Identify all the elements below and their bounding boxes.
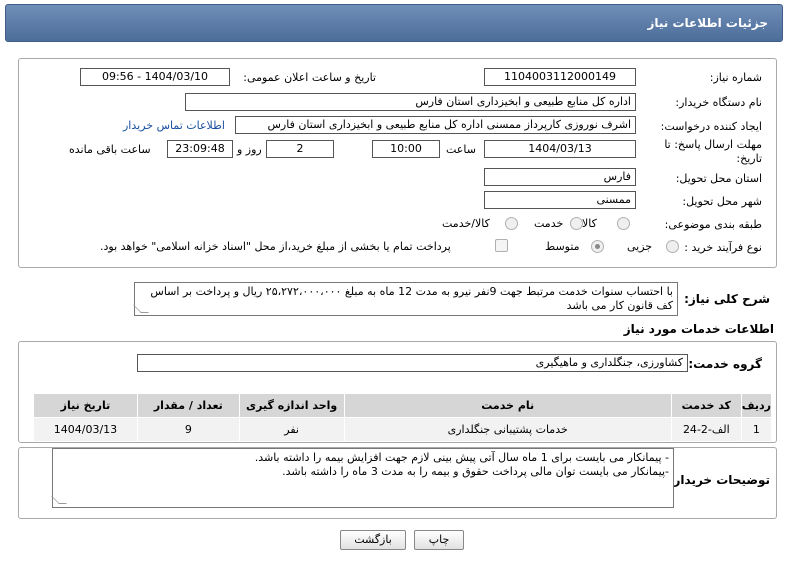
buyer-contact-link[interactable]: اطلاعات تماس خریدار: [123, 119, 225, 132]
days-remaining-field[interactable]: 2: [266, 140, 334, 158]
announce-field[interactable]: 1404/03/10 - 09:56: [80, 68, 230, 86]
services-table: ردیف کد خدمت نام خدمت واحد اندازه گیری ت…: [33, 393, 773, 442]
table-header-row: ردیف کد خدمت نام خدمت واحد اندازه گیری ت…: [33, 393, 773, 418]
service-group-label: گروه خدمت:: [688, 357, 762, 371]
creator-label: ایجاد کننده درخواست:: [660, 120, 762, 133]
category-option-goods-service: کالا/خدمت: [442, 217, 490, 230]
province-field[interactable]: فارس: [484, 168, 636, 186]
cell-row: 1: [740, 417, 773, 442]
category-option-goods: کالا: [582, 217, 597, 230]
page-title: جزئیات اطلاعات نیاز: [647, 16, 768, 30]
table-row[interactable]: 1 الف-2-24 خدمات پشتیبانی جنگلداری نفر 9…: [33, 417, 773, 442]
need-number-field[interactable]: 1104003112000149: [484, 68, 636, 86]
remaining-time-field[interactable]: 23:09:48: [167, 140, 233, 158]
summary-label: شرح کلی نیاز:: [684, 292, 770, 306]
service-group-field[interactable]: کشاورزی، جنگلداری و ماهیگیری: [137, 354, 688, 372]
col-quantity: تعداد / مقدار: [136, 393, 240, 418]
col-service-code: کد خدمت: [670, 393, 742, 418]
process-option-medium: متوسط: [545, 240, 580, 253]
col-unit: واحد اندازه گیری: [238, 393, 345, 418]
buyer-notes-label: توضیحات خریدار:: [668, 473, 770, 487]
page-header: جزئیات اطلاعات نیاز: [5, 4, 783, 42]
province-label: استان محل تحویل:: [675, 172, 762, 185]
announce-label: تاریخ و ساعت اعلان عمومی:: [243, 71, 376, 84]
deadline-time-field[interactable]: 10:00: [372, 140, 440, 158]
summary-textarea[interactable]: با احتساب سنوات خدمت مرتبط جهت 9نفر نیرو…: [134, 282, 678, 316]
services-section-title: اطلاعات خدمات مورد نیاز: [623, 322, 774, 336]
remaining-time-label: ساعت باقی مانده: [69, 143, 151, 156]
category-radio-goods-service[interactable]: [505, 217, 518, 230]
city-field[interactable]: ممسنی: [484, 191, 636, 209]
cell-quantity: 9: [136, 417, 240, 442]
category-radio-service[interactable]: [570, 217, 583, 230]
deadline-date-field[interactable]: 1404/03/13: [484, 140, 636, 158]
print-button[interactable]: چاپ: [414, 530, 464, 550]
buyer-label: نام دستگاه خریدار:: [675, 96, 762, 109]
cell-unit: نفر: [238, 417, 345, 442]
col-service-name: نام خدمت: [343, 393, 672, 418]
back-button[interactable]: بازگشت: [340, 530, 406, 550]
category-label: طبقه بندی موضوعی:: [664, 218, 762, 231]
city-label: شهر محل تحویل:: [682, 195, 762, 208]
category-option-service: خدمت: [534, 217, 564, 230]
process-radio-minor[interactable]: [666, 240, 679, 253]
days-label: روز و: [237, 143, 262, 156]
deadline-time-label: ساعت: [446, 143, 476, 156]
buyer-note-line-1: - پیمانکار می بایست برای 1 ماه سال آتی پ…: [254, 451, 669, 464]
cell-service-code: الف-2-24: [670, 417, 742, 442]
need-number-label: شماره نیاز:: [709, 71, 762, 84]
buyer-notes-textarea[interactable]: - پیمانکار می بایست برای 1 ماه سال آتی پ…: [52, 448, 674, 508]
process-option-minor: جزیی: [627, 240, 653, 253]
cell-service-name: خدمات پشتیبانی جنگلداری: [343, 417, 672, 442]
buyer-note-line-2: -پیمانکار می بایست توان مالی پرداخت حقوق…: [282, 465, 669, 478]
process-label: نوع فرآیند خرید :: [684, 241, 762, 254]
cell-need-date: 1404/03/13: [33, 417, 138, 442]
col-row: ردیف: [740, 393, 773, 418]
buyer-field[interactable]: اداره کل منابع طبیعی و ابخیزداری استان ف…: [185, 93, 636, 111]
creator-field[interactable]: اشرف نوروزی کارپرداز ممسنی اداره کل مناب…: [235, 116, 636, 134]
treasury-payment-checkbox[interactable]: [495, 239, 508, 252]
treasury-payment-note: پرداخت تمام یا بخشی از مبلغ خرید،از محل …: [100, 240, 451, 253]
deadline-label: مهلت ارسال پاسخ: تا تاریخ:: [664, 138, 762, 165]
process-radio-medium[interactable]: [591, 240, 604, 253]
category-radio-goods[interactable]: [617, 217, 630, 230]
col-need-date: تاریخ نیاز: [33, 393, 138, 418]
